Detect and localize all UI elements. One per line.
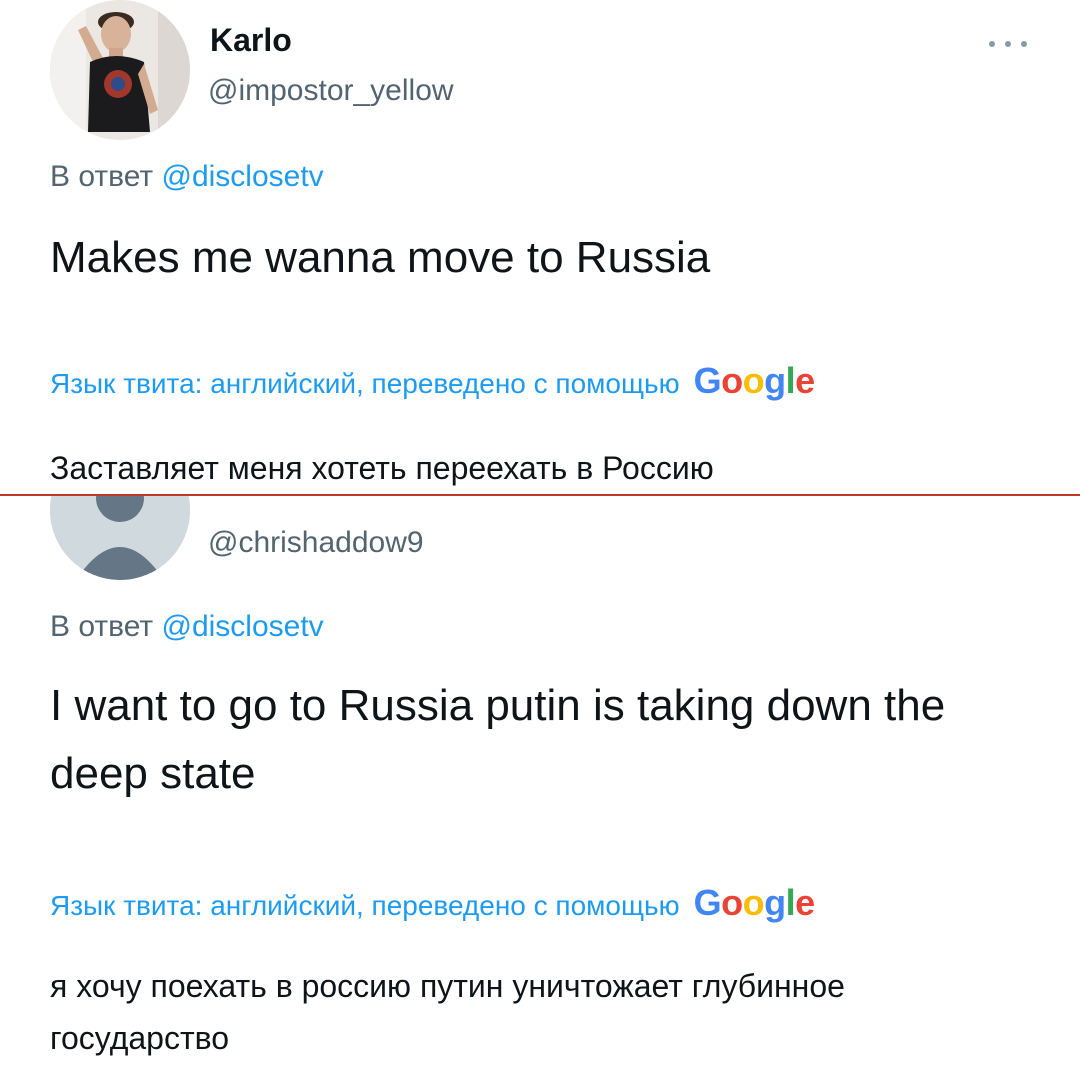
reply-mention-link[interactable]: @disclosetv <box>161 160 323 193</box>
reply-context: В ответ @disclosetv <box>50 160 324 194</box>
translation-note: Язык твита: английский, переведено с пом… <box>50 890 680 921</box>
reply-prefix: В ответ <box>50 610 162 643</box>
more-options-icon[interactable] <box>984 36 1032 52</box>
translated-text: Заставляет меня хотеть переехать в Росси… <box>50 450 714 486</box>
user-handle[interactable]: @chrishaddow9 <box>208 526 424 560</box>
translation-attribution: Язык твита: английский, переведено с пом… <box>50 360 815 402</box>
reply-context: В ответ @disclosetv <box>50 610 324 644</box>
tweet-text: Makes me wanna move to Russia <box>50 233 711 282</box>
tweet-text: I want to go to Russia putin is taking d… <box>50 681 946 798</box>
user-avatar[interactable] <box>50 0 190 140</box>
tweet: @chrishaddow9 В ответ @disclosetv I want… <box>0 496 1080 1080</box>
default-user-avatar-icon <box>50 496 190 580</box>
translated-text: я хочу поехать в россию путин уничтожает… <box>50 968 845 1056</box>
google-logo: Google <box>693 882 816 923</box>
translation-note: Язык твита: английский, переведено с пом… <box>50 368 680 399</box>
reply-mention-link[interactable]: @disclosetv <box>161 610 323 643</box>
google-logo: Google <box>693 360 816 401</box>
display-name[interactable]: Karlo <box>210 22 292 59</box>
user-avatar[interactable] <box>50 496 190 580</box>
tweet: Karlo @impostor_yellow В ответ @disclose… <box>0 0 1080 494</box>
reply-prefix: В ответ <box>50 160 162 193</box>
user-photo-avatar-icon <box>50 0 190 140</box>
user-handle[interactable]: @impostor_yellow <box>208 74 454 108</box>
translation-attribution: Язык твита: английский, переведено с пом… <box>50 882 815 924</box>
